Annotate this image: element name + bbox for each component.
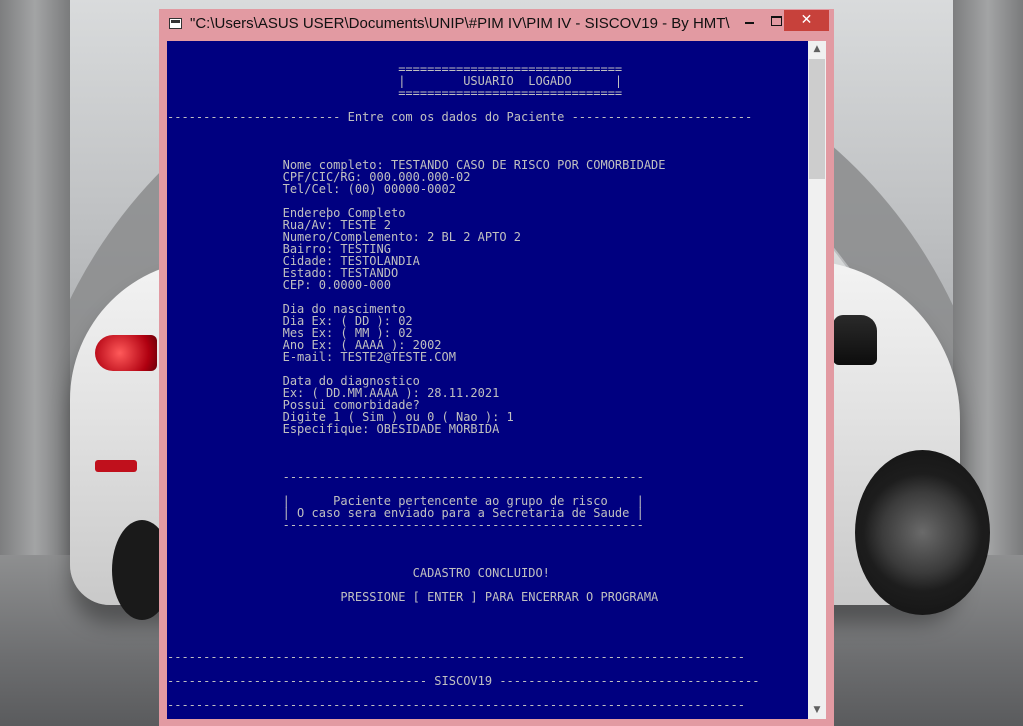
console-line: Especifique: OBESIDADE MORBIDA — [167, 422, 500, 436]
console-line: ------------------------ Entre com os da… — [167, 110, 753, 124]
console-line: PRESSIONE [ ENTER ] PARA ENCERRAR O PROG… — [167, 590, 659, 604]
console-line: E-mail: TESTE2@TESTE.COM — [167, 350, 456, 364]
console-line: Tel/Cel: (00) 00000-0002 — [167, 182, 456, 196]
close-icon: ✕ — [800, 12, 813, 28]
wallpaper-car-reflector — [95, 460, 137, 472]
wallpaper-pillar-left — [0, 0, 70, 560]
scroll-thumb[interactable] — [809, 59, 825, 179]
wallpaper-car-front-wheel — [855, 450, 990, 615]
vertical-scrollbar[interactable]: ▲ ▼ — [808, 41, 826, 719]
console-line: CEP: 0.0000-000 — [167, 278, 391, 292]
console-window-icon[interactable] — [169, 18, 182, 29]
scroll-up-arrow-icon[interactable]: ▲ — [808, 41, 826, 58]
minimize-button[interactable] — [736, 10, 763, 31]
close-button[interactable]: ✕ — [784, 10, 829, 31]
scroll-down-arrow-icon[interactable]: ▼ — [808, 702, 826, 719]
console-line: CADASTRO CONCLUIDO! — [167, 566, 550, 580]
console-line: ----------------------------------------… — [167, 650, 745, 664]
wallpaper-car-taillight — [95, 335, 157, 371]
console-line: ----------------------------------------… — [167, 518, 644, 532]
console-line: ------------------------------------ SIS… — [167, 674, 760, 688]
console-line: ----------------------------------------… — [167, 698, 745, 712]
console-line: ----------------------------------------… — [167, 470, 644, 484]
window-title: "C:\Users\ASUS USER\Documents\UNIP\#PIM … — [190, 15, 730, 32]
console-output[interactable]: =============================== | USUARI… — [167, 41, 808, 719]
console-window[interactable]: "C:\Users\ASUS USER\Documents\UNIP\#PIM … — [159, 9, 834, 726]
wallpaper-car-mirror — [833, 315, 877, 365]
console-line: =============================== — [167, 86, 623, 100]
maximize-icon — [770, 15, 782, 26]
window-titlebar[interactable]: "C:\Users\ASUS USER\Documents\UNIP\#PIM … — [159, 9, 834, 41]
minimize-icon — [745, 21, 754, 24]
